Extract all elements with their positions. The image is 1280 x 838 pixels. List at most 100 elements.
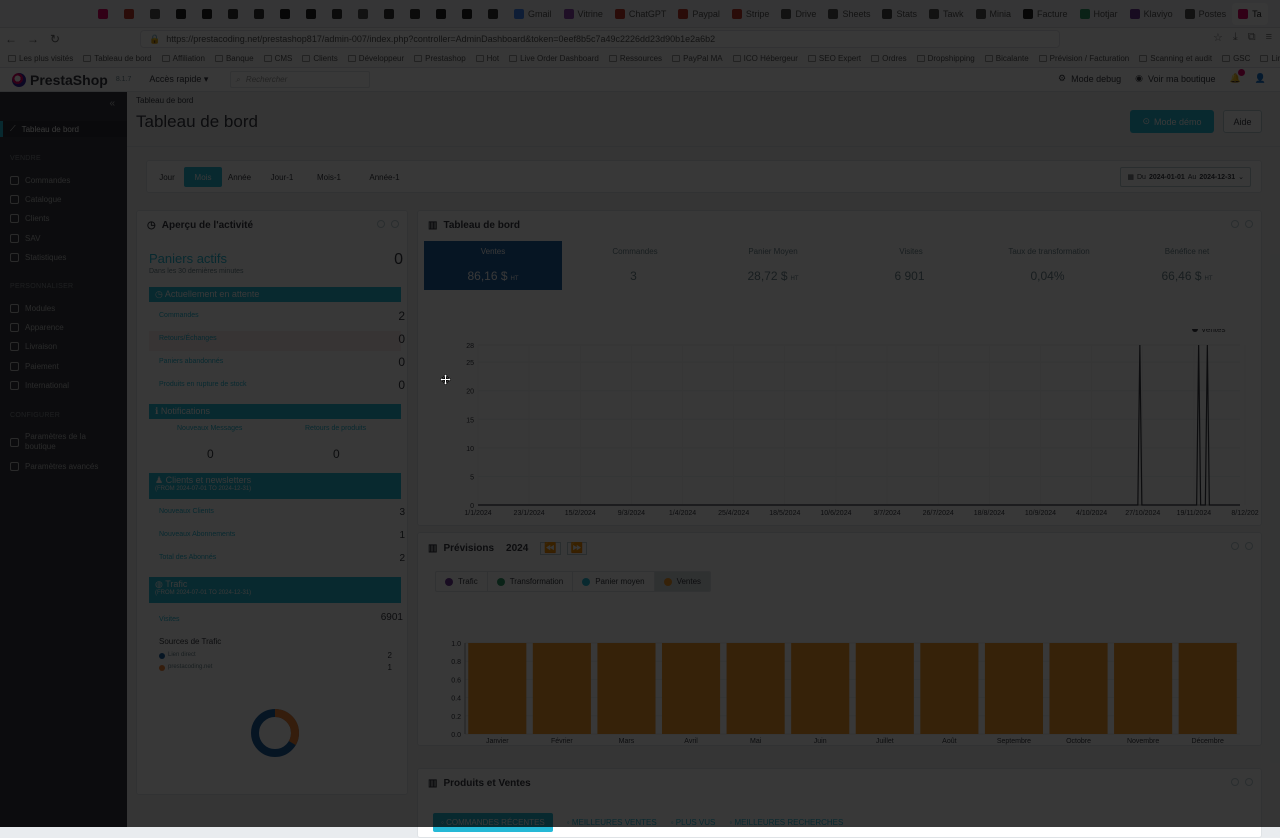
forecast-legend-item[interactable]: Ventes	[654, 572, 711, 591]
browser-tab[interactable]	[92, 3, 118, 25]
breadcrumb[interactable]: Tableau de bord	[136, 96, 193, 105]
download-icon[interactable]: ⤓	[1233, 31, 1238, 44]
bookmark-item[interactable]: Ordres	[871, 54, 907, 63]
sidebar-item-card[interactable]: Paiement	[0, 361, 127, 371]
browser-tab[interactable]	[352, 3, 378, 25]
products-tab-3[interactable]: ◦ MEILLEURES RECHERCHES	[729, 818, 843, 827]
bookmark-item[interactable]: Live Order Dashboard	[509, 54, 599, 63]
bookmark-item[interactable]: Développeur	[347, 54, 404, 63]
forward-icon[interactable]: →	[22, 32, 44, 46]
forecast-legend-item[interactable]: Panier moyen	[573, 572, 655, 591]
browser-tab[interactable]	[274, 3, 300, 25]
active-carts-label[interactable]: Paniers actifs	[149, 251, 227, 266]
sidebar-item-shop-parameters[interactable]: Paramètres de la boutique	[0, 432, 127, 452]
browser-tab[interactable]	[170, 3, 196, 25]
period-button-3[interactable]: Jour-1	[261, 167, 303, 187]
bookmark-item[interactable]: Hot	[475, 54, 499, 63]
bookmark-item[interactable]: Les plus visités	[8, 54, 73, 63]
back-icon[interactable]: ←	[0, 32, 22, 46]
browser-tab[interactable]	[404, 3, 430, 25]
products-tab-0[interactable]: ◦ COMMANDES RÉCENTES	[433, 813, 553, 832]
kpi-tile[interactable]: Ventes 86,16 $ HT	[424, 241, 562, 290]
bookmark-item[interactable]: Scanning et audit	[1139, 54, 1212, 63]
bookmark-item[interactable]: PayPal MA	[672, 54, 723, 63]
browser-tab[interactable]: Tawk	[923, 3, 970, 25]
bookmark-item[interactable]: ICO Hébergeur	[732, 54, 798, 63]
bookmark-item[interactable]: GSC	[1222, 54, 1250, 63]
collapse-sidebar-icon[interactable]: «	[109, 98, 115, 109]
sidebar-item-truck[interactable]: Livraison	[0, 341, 127, 351]
browser-tab[interactable]: Drive	[775, 3, 822, 25]
browser-tab[interactable]: Minia	[970, 3, 1018, 25]
customers-label[interactable]: Total des Abonnés	[159, 554, 216, 561]
browser-tab[interactable]: Postes	[1179, 3, 1233, 25]
debug-mode-link[interactable]: ⚙ Mode debug	[1058, 73, 1121, 84]
expand-icon[interactable]	[1245, 220, 1253, 228]
star-icon[interactable]: ☆	[1213, 31, 1223, 44]
bookmark-item[interactable]: Tableau de bord	[83, 54, 152, 63]
sidebar-item-advanced-parameters[interactable]: Paramètres avancés	[0, 461, 127, 471]
refresh-icon[interactable]	[377, 220, 385, 228]
sidebar-item-globe[interactable]: International	[0, 380, 127, 390]
period-button-1[interactable]: Mois	[184, 167, 222, 187]
browser-tab[interactable]: Stats	[876, 3, 923, 25]
browser-tab[interactable]	[196, 3, 222, 25]
reload-icon[interactable]: ↻	[44, 32, 66, 46]
next-year-button[interactable]: ⏩	[566, 542, 588, 555]
products-tab-2[interactable]: ◦ PLUS VUS	[671, 818, 716, 827]
menu-icon[interactable]: ≡	[1266, 31, 1272, 44]
forecast-legend-item[interactable]: Transformation	[488, 572, 574, 591]
quick-access-menu[interactable]: Accès rapide ▾	[149, 74, 208, 85]
browser-tab[interactable]	[248, 3, 274, 25]
bookmark-item[interactable]: Prestashop	[414, 54, 466, 63]
config-icon[interactable]	[391, 220, 399, 228]
period-button-0[interactable]: Jour	[155, 167, 179, 187]
address-bar[interactable]: 🔒 https://prestacoding.net/prestashop817…	[140, 30, 1060, 48]
browser-tab[interactable]	[378, 3, 404, 25]
bookmark-item[interactable]: Affiliation	[161, 54, 205, 63]
sidebar-item-stats[interactable]: Statistiques	[0, 252, 127, 262]
view-shop-link[interactable]: ◉ Voir ma boutique	[1135, 73, 1215, 84]
period-button-2[interactable]: Année	[221, 167, 258, 187]
customers-label[interactable]: Nouveaux Abonnements	[159, 531, 235, 538]
browser-tab[interactable]: Stripe	[726, 3, 776, 25]
search-input[interactable]: ⌕ Rechercher	[230, 71, 371, 88]
pending-label[interactable]: Commandes	[159, 312, 199, 319]
browser-tab[interactable]	[144, 3, 170, 25]
kpi-tile[interactable]: Panier Moyen 28,72 $ HT	[708, 241, 838, 290]
bookmark-item[interactable]: Clients	[302, 54, 338, 63]
date-range-picker[interactable]: ▦ Du 2024-01-01 Au 2024-12-31 ⌄	[1120, 167, 1251, 187]
help-button[interactable]: Aide	[1223, 110, 1262, 133]
period-button-4[interactable]: Mois-1	[305, 167, 353, 187]
expand-icon[interactable]	[1245, 542, 1253, 550]
kpi-tile[interactable]: Visites 6 901	[846, 241, 976, 290]
expand-icon[interactable]	[1245, 778, 1253, 786]
browser-tab[interactable]	[222, 3, 248, 25]
sidebar-item-puzzle[interactable]: Modules	[0, 303, 127, 313]
browser-tab[interactable]	[430, 3, 456, 25]
browser-tab[interactable]	[300, 3, 326, 25]
visits-label[interactable]: Visites	[159, 616, 180, 623]
browser-tab[interactable]: Sheets	[822, 3, 876, 25]
kpi-tile[interactable]: Taux de transformation 0,04%	[984, 241, 1114, 290]
product-returns-label[interactable]: Retours de produits	[305, 425, 366, 432]
bookmark-item[interactable]: LinkedIn - Prestashop	[1260, 54, 1280, 63]
browser-tab[interactable]: Vitrine	[558, 3, 609, 25]
browser-tab[interactable]: Paypal	[672, 3, 726, 25]
refresh-icon[interactable]	[1231, 778, 1239, 786]
sidebar-item-catalog[interactable]: Catalogue	[0, 194, 127, 204]
extensions-icon[interactable]: ⧉	[1248, 31, 1256, 44]
bookmark-item[interactable]: Dropshipping	[916, 54, 975, 63]
products-tab-1[interactable]: ◦ MEILLEURES VENTES	[567, 818, 657, 827]
browser-tab[interactable]	[456, 3, 482, 25]
previous-year-button[interactable]: ⏪	[540, 542, 561, 555]
bookmark-item[interactable]: SEO Expert	[807, 54, 861, 63]
pending-label[interactable]: Retours/Échanges	[159, 335, 217, 342]
profile-avatar[interactable]: 👤	[1255, 73, 1266, 84]
bookmark-item[interactable]: Ressources	[608, 54, 662, 63]
pending-label[interactable]: Paniers abandonnés	[159, 358, 223, 365]
sidebar-item-clients[interactable]: Clients	[0, 213, 127, 223]
forecast-legend-item[interactable]: Trafic	[436, 572, 488, 591]
sidebar-item-monitor[interactable]: Apparence	[0, 322, 127, 332]
bookmark-item[interactable]: Bicalante	[984, 54, 1029, 63]
